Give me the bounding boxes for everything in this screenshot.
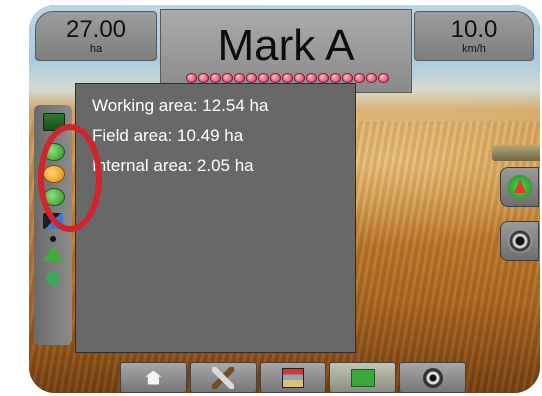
combine-harvester-image (492, 145, 540, 161)
field-marker-button[interactable] (329, 362, 397, 393)
field-marker-icon (350, 368, 375, 387)
guidance-triangle-icon[interactable] (43, 245, 63, 261)
boom-section-dot (210, 73, 221, 83)
boom-section-dot (294, 73, 305, 83)
device-frame: 27.00 ha Mark A 10.0 km/h Working area: … (29, 5, 540, 393)
working-area-text: Working area: 12.54 ha (92, 96, 269, 115)
boom-section-dot (246, 73, 257, 83)
area-counter-unit: ha (89, 43, 103, 55)
boom-section-dot (222, 73, 233, 83)
field-area-text: Field area: 10.49 ha (92, 126, 244, 145)
top-status-bar: 27.00 ha Mark A 10.0 km/h (29, 5, 540, 93)
boom-section-dot (306, 73, 317, 83)
area-counter[interactable]: 27.00 ha (35, 11, 157, 61)
boom-section-dot (330, 73, 341, 83)
boom-section-dot (270, 73, 281, 83)
camera-icon (508, 229, 532, 253)
camera-icon (422, 367, 443, 388)
navigation-icon (508, 175, 532, 199)
boom-section-dot (318, 73, 329, 83)
highlight-circle (38, 124, 102, 232)
marker-dot-icon (50, 236, 56, 242)
area-counter-value: 27.00 (65, 16, 127, 43)
speed-counter-unit: km/h (462, 43, 486, 55)
droplet-icon[interactable] (43, 268, 63, 288)
home-icon (145, 370, 162, 385)
camera-dock-button[interactable] (399, 362, 466, 393)
speed-counter[interactable]: 10.0 km/h (414, 11, 534, 61)
bottom-dock (120, 362, 466, 393)
tools-icon (212, 366, 235, 389)
boom-section-dot (378, 73, 389, 83)
internal-area-text: Internal area: 2.05 ha (92, 156, 254, 175)
boom-section-dot (186, 73, 197, 83)
tools-button[interactable] (189, 362, 257, 393)
boom-section-dot (366, 73, 377, 83)
boom-section-dot (282, 73, 293, 83)
area-info-panel: Working area: 12.54 ha Field area: 10.49… (75, 83, 356, 353)
camera-button[interactable] (500, 221, 539, 261)
boom-section-dot (342, 73, 353, 83)
boom-section-dot (234, 73, 245, 83)
boom-section-dot (354, 73, 365, 83)
vehicle-view-button[interactable] (259, 362, 327, 393)
boom-section-indicator (186, 73, 414, 83)
boom-section-dot (258, 73, 269, 83)
vehicle-view-icon (281, 367, 304, 388)
boom-section-dot (198, 73, 209, 83)
speed-counter-value: 10.0 (450, 16, 498, 43)
home-button[interactable] (120, 362, 187, 393)
mark-title: Mark A (217, 21, 355, 70)
navigation-button[interactable] (500, 167, 539, 207)
